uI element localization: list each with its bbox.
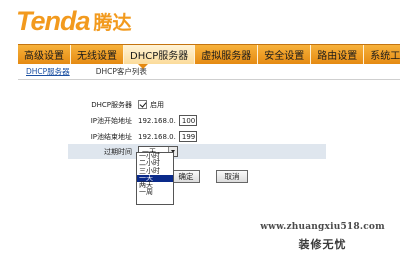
sub-nav: DHCP服务器 DHCP客户列表 [18, 64, 400, 80]
tenda-logo: Tenda 腾达 [16, 6, 132, 36]
watermark-url: www.zhuangxiu518.com [260, 222, 385, 232]
watermark: www.zhuangxiu518.com 装修无忧 [250, 222, 395, 252]
nav-advanced-settings[interactable]: 高级设置 [18, 45, 71, 64]
ip-start-row: IP池开始地址 192.168.0. 100 [68, 113, 326, 128]
ip-start-label: IP池开始地址 [90, 116, 132, 125]
ip-start-prefix: 192.168.0. [138, 116, 176, 125]
logo-text-latin: Tenda [16, 5, 91, 36]
ip-end-input[interactable]: 199 [178, 131, 197, 142]
lease-time-label: 过期时间 [104, 147, 132, 156]
active-tab-caret-icon [138, 64, 148, 69]
ip-end-label: IP池结束地址 [90, 132, 132, 141]
nav-routing-settings[interactable]: 路由设置 [311, 45, 365, 64]
dhcp-server-label: DHCP服务器 [91, 100, 132, 109]
ip-end-prefix: 192.168.0. [138, 132, 176, 141]
cancel-button[interactable]: 取消 [216, 170, 248, 183]
ok-button[interactable]: 确定 [172, 170, 200, 183]
subnav-dhcp-server[interactable]: DHCP服务器 [26, 66, 70, 77]
nav-security-settings[interactable]: 安全设置 [258, 45, 312, 64]
nav-wireless-settings[interactable]: 无线设置 [71, 45, 124, 64]
dhcp-server-row: DHCP服务器 启用 [68, 97, 326, 112]
nav-system-tools[interactable]: 系统工具 [364, 45, 400, 64]
watermark-text: 装修无忧 [298, 238, 347, 251]
nav-virtual-server[interactable]: 虚拟服务器 [195, 45, 259, 64]
dhcp-enable-label: 启用 [150, 100, 164, 109]
ip-end-row: IP池结束地址 192.168.0. 199 [68, 129, 326, 144]
ip-start-input[interactable]: 100 [178, 115, 197, 126]
lease-time-row: 过期时间 一天 [68, 144, 326, 159]
lease-time-dropdown-list: 一小时 二小时 三小时 一天 两天 一周 [136, 152, 174, 205]
main-nav: 高级设置 无线设置 DHCP服务器 虚拟服务器 安全设置 路由设置 系统工具 [18, 44, 400, 64]
nav-dhcp-server[interactable]: DHCP服务器 [124, 45, 196, 64]
dhcp-enable-checkbox[interactable] [138, 100, 147, 109]
lease-option-1w[interactable]: 一周 [137, 189, 173, 197]
logo-text-cn: 腾达 [93, 11, 132, 34]
